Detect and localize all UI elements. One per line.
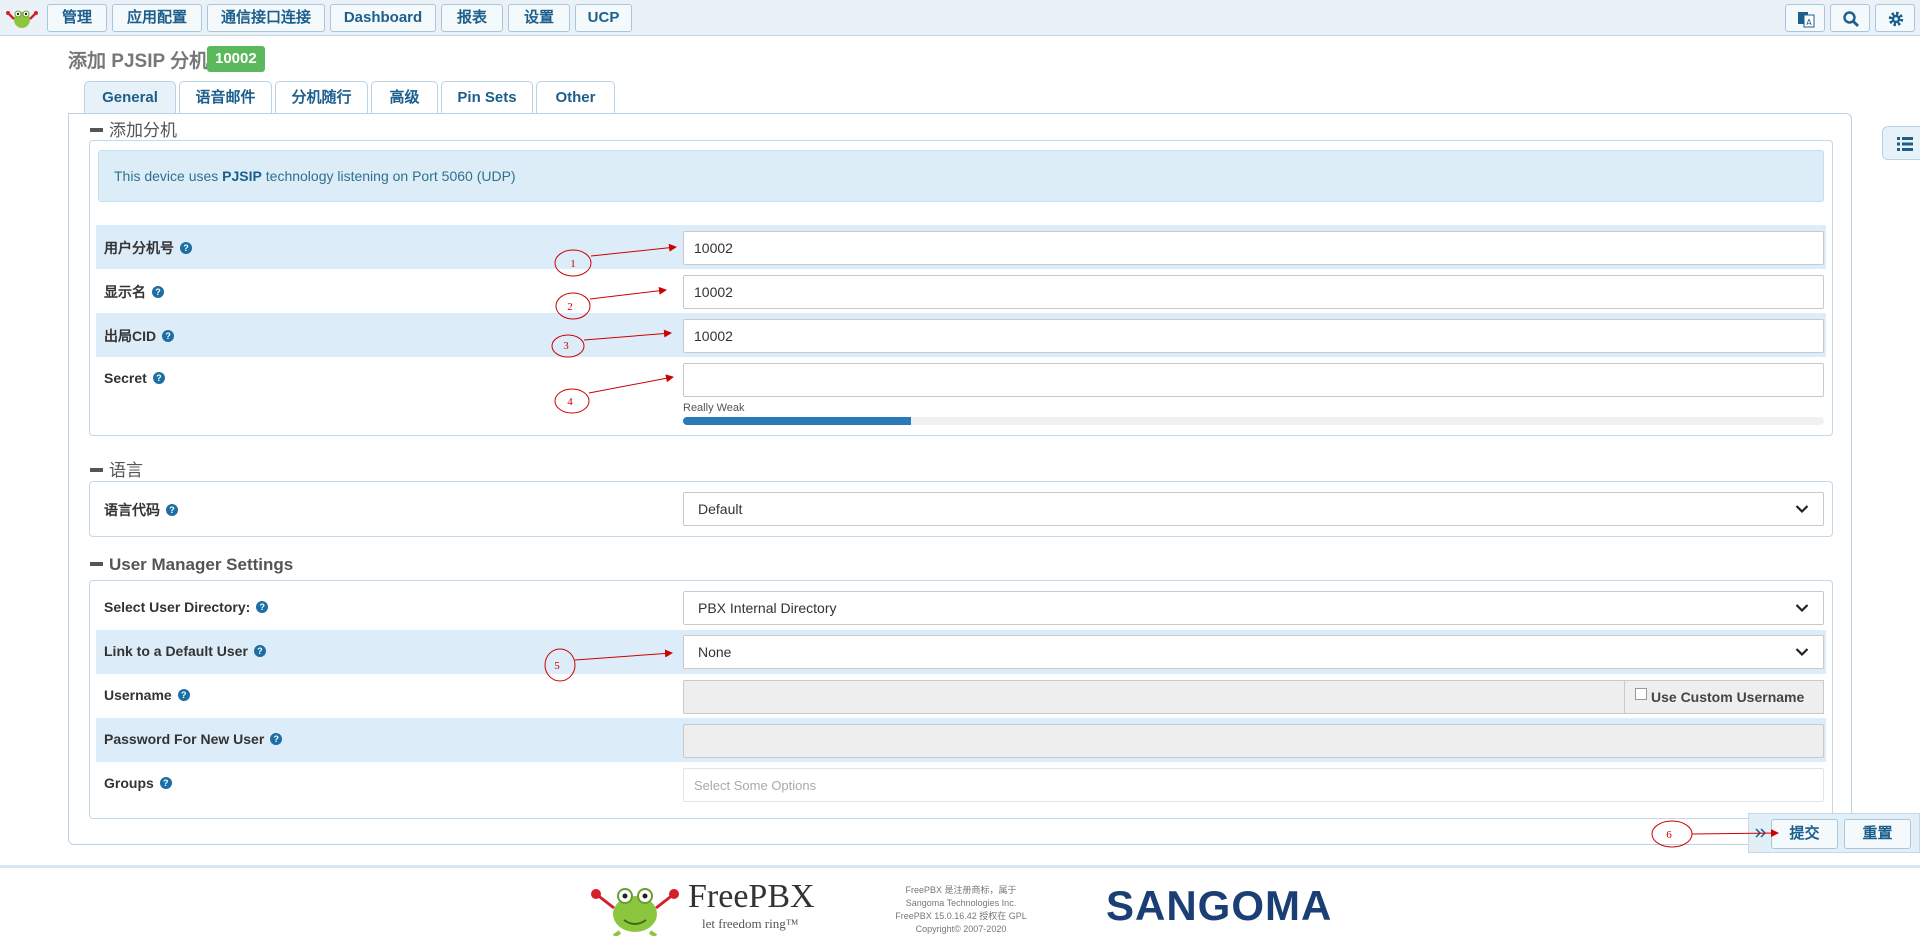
- freepbx-frog-icon: [591, 888, 679, 936]
- section-user-manager-toggle[interactable]: User Manager Settings: [90, 555, 293, 575]
- tab-voicemail[interactable]: 语音邮件: [179, 81, 272, 113]
- section-title: 语言: [109, 461, 143, 480]
- language-button[interactable]: A: [1785, 4, 1825, 32]
- help-icon[interactable]: ?: [152, 372, 165, 385]
- help-icon[interactable]: ?: [180, 242, 192, 255]
- use-custom-username-toggle[interactable]: Use Custom Username: [1624, 680, 1824, 714]
- help-icon[interactable]: ?: [152, 286, 164, 299]
- select-value: PBX Internal Directory: [698, 600, 837, 616]
- password-strength-bar: [683, 417, 911, 425]
- search-icon: [1843, 11, 1859, 27]
- notice-line: Copyright© 2007-2020: [915, 924, 1007, 934]
- freepbx-page: 管理 应用配置 通信接口连接 Dashboard 报表 设置 UCP A 添加 …: [0, 0, 1920, 945]
- sidebar-toggle-button[interactable]: [1882, 126, 1920, 160]
- user-directory-select[interactable]: PBX Internal Directory: [683, 591, 1824, 625]
- nav-reports[interactable]: 报表: [441, 4, 503, 32]
- collapse-icon: [90, 467, 103, 472]
- sangoma-logo: SANGOMA: [1106, 882, 1333, 929]
- footer-notice: FreePBX 是注册商标，属于 Sangoma Technologies In…: [878, 884, 1044, 936]
- secret-input[interactable]: [683, 363, 1824, 397]
- submit-button[interactable]: 提交: [1771, 819, 1838, 849]
- gear-icon: [1888, 11, 1904, 27]
- double-chevron-right-icon[interactable]: [1755, 828, 1767, 838]
- chevron-down-icon: [1795, 604, 1809, 613]
- top-nav-bar: 管理 应用配置 通信接口连接 Dashboard 报表 设置 UCP A: [0, 0, 1920, 36]
- nav-connectivity[interactable]: 通信接口连接: [207, 4, 325, 32]
- collapse-icon: [90, 127, 103, 132]
- help-icon[interactable]: ?: [256, 601, 269, 614]
- password-new-user-input[interactable]: [683, 724, 1824, 758]
- tab-other[interactable]: Other: [536, 81, 615, 113]
- password-new-user-label: Password For New User?: [104, 731, 283, 747]
- list-icon: [1897, 137, 1913, 151]
- help-icon[interactable]: ?: [270, 733, 283, 746]
- display-name-label: 显示名?: [104, 282, 164, 302]
- default-user-label: Link to a Default User?: [104, 643, 266, 659]
- default-user-select[interactable]: None: [683, 635, 1824, 669]
- section-title: User Manager Settings: [109, 555, 294, 574]
- notice-line: Sangoma Technologies Inc.: [905, 898, 1017, 908]
- help-icon[interactable]: ?: [177, 689, 190, 702]
- custom-username-label: Use Custom Username: [1651, 689, 1805, 705]
- freepbx-tagline: let freedom ring™: [702, 916, 799, 931]
- user-directory-label: Select User Directory:?: [104, 599, 269, 615]
- tab-find-me-follow-me[interactable]: 分机随行: [275, 81, 368, 113]
- chevron-down-icon: [1795, 505, 1809, 514]
- tab-pin-sets[interactable]: Pin Sets: [441, 81, 533, 113]
- info-text-suffix: technology listening on Port 5060 (UDP): [261, 168, 516, 184]
- info-tech: PJSIP: [222, 168, 262, 184]
- display-name-input[interactable]: 10002: [683, 275, 1824, 309]
- user-extension-input[interactable]: 10002: [683, 231, 1824, 265]
- technology-info-alert: This device uses PJSIP technology listen…: [98, 150, 1824, 202]
- section-add-extension-toggle[interactable]: 添加分机: [90, 116, 177, 141]
- tab-general[interactable]: General: [84, 81, 176, 114]
- collapse-icon: [90, 561, 103, 566]
- help-icon[interactable]: ?: [159, 777, 172, 790]
- reset-button[interactable]: 重置: [1844, 819, 1911, 849]
- username-input[interactable]: [683, 680, 1625, 714]
- language-code-select[interactable]: Default: [683, 492, 1824, 526]
- notice-line: FreePBX 是注册商标，属于: [905, 885, 1017, 895]
- help-icon[interactable]: ?: [253, 645, 266, 658]
- tab-advanced[interactable]: 高级: [371, 81, 438, 113]
- freepbx-frog-logo-icon[interactable]: [4, 5, 40, 31]
- outbound-cid-label: 出局CID?: [104, 326, 175, 346]
- svg-text:A: A: [1806, 18, 1812, 27]
- username-label: Username?: [104, 687, 190, 703]
- password-strength-text: Really Weak: [683, 402, 745, 414]
- search-button[interactable]: [1830, 4, 1870, 32]
- chevron-down-icon: [1795, 648, 1809, 657]
- info-text: This device uses: [114, 168, 223, 184]
- nav-applications[interactable]: 应用配置: [112, 4, 202, 32]
- checkbox[interactable]: [1635, 688, 1647, 701]
- freepbx-wordmark: FreePBX: [688, 878, 815, 915]
- notice-line: FreePBX 15.0.16.42 授权在 GPL: [895, 911, 1027, 921]
- select-value: None: [698, 644, 732, 660]
- groups-placeholder: Select Some Options: [694, 778, 817, 793]
- nav-admin[interactable]: 管理: [47, 4, 107, 32]
- translate-icon: A: [1798, 12, 1815, 28]
- select-value: Default: [698, 501, 743, 517]
- groups-multiselect[interactable]: Select Some Options: [683, 768, 1824, 802]
- action-bar: 提交 重置: [1748, 813, 1920, 853]
- nav-ucp[interactable]: UCP: [575, 4, 632, 32]
- language-code-label: 语言代码?: [104, 500, 178, 520]
- nav-settings[interactable]: 设置: [508, 4, 570, 32]
- help-icon[interactable]: ?: [166, 504, 178, 517]
- section-title: 添加分机: [109, 121, 177, 140]
- extension-badge: 10002: [207, 46, 265, 72]
- outbound-cid-input[interactable]: 10002: [683, 319, 1824, 353]
- groups-label: Groups?: [104, 775, 172, 791]
- page-title: 添加 PJSIP 分机: [68, 51, 209, 72]
- settings-button[interactable]: [1875, 4, 1915, 32]
- secret-label: Secret?: [104, 370, 165, 386]
- user-extension-label: 用户分机号?: [104, 238, 192, 258]
- nav-dashboard[interactable]: Dashboard: [330, 4, 436, 32]
- section-language-toggle[interactable]: 语言: [90, 456, 143, 481]
- help-icon[interactable]: ?: [162, 330, 175, 343]
